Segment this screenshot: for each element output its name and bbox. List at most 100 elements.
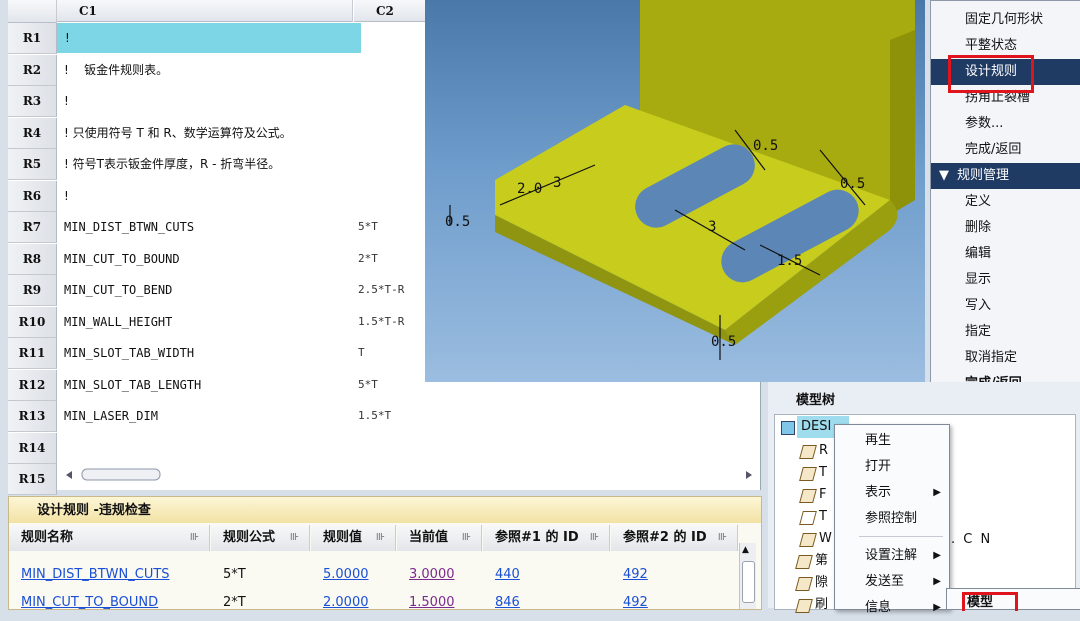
menu-item[interactable]: 指定 <box>931 319 1080 345</box>
panel-column-header[interactable]: 参照#1 的 ID ⊪ <box>483 525 610 551</box>
row-header[interactable]: R14 <box>8 432 57 464</box>
tree-item[interactable]: 第 <box>815 550 828 572</box>
menu-section-header[interactable]: ▼ 规则管理 <box>931 163 1080 189</box>
row-header[interactable]: R5 <box>8 149 57 180</box>
tree-item[interactable]: 刷 <box>815 594 828 616</box>
row-header[interactable]: R9 <box>8 275 57 306</box>
column-sort-icon[interactable]: ⊪ <box>718 525 727 551</box>
cell-c1[interactable]: ! 符号T表示钣金件厚度，R - 折弯半径。 <box>64 149 280 179</box>
menu-item[interactable]: 取消指定 <box>931 345 1080 371</box>
scroll-thumb[interactable] <box>81 468 161 481</box>
cell-c1[interactable]: ! 只使用符号 T 和 R、数学运算符及公式。 <box>64 118 292 148</box>
row-header[interactable]: R8 <box>8 243 57 275</box>
column-sort-icon[interactable]: ⊪ <box>376 525 385 551</box>
context-menu-item[interactable]: 打开 <box>835 454 949 480</box>
cell-c1[interactable]: MIN_SLOT_TAB_LENGTH <box>64 370 201 400</box>
panel-cell[interactable]: 2.0000 <box>323 591 369 615</box>
tree-item[interactable]: T <box>819 506 827 528</box>
cell-c2[interactable]: 1.5*T <box>358 401 391 431</box>
row-header[interactable]: R10 <box>8 306 57 338</box>
cell-c2[interactable]: 5*T <box>358 212 378 242</box>
menu-item[interactable]: 参数... <box>931 111 1080 137</box>
cell-c2[interactable]: 2.5*T-R <box>358 275 404 305</box>
cell-c1[interactable]: MIN_CUT_TO_BOUND <box>64 244 180 274</box>
tree-item[interactable]: F <box>819 484 826 506</box>
context-menu-item[interactable]: 信息 ▶ <box>835 595 949 621</box>
row-header[interactable]: R4 <box>8 117 57 149</box>
panel-column-header[interactable]: 当前值 ⊪ <box>397 525 482 551</box>
menu-item[interactable]: 完成/返回 <box>931 137 1080 163</box>
rule-name-link[interactable]: MIN_CUT_TO_BOUND <box>21 591 158 615</box>
panel-cell[interactable]: 846 <box>495 591 520 615</box>
cell-c1[interactable]: MIN_WALL_HEIGHT <box>64 307 172 337</box>
panel-scrollbar[interactable]: ▲ <box>739 543 756 609</box>
cell-c2[interactable]: 1.5*T-R <box>358 307 404 337</box>
menu-item-label: 规则管理 <box>957 168 1010 183</box>
panel-cell[interactable]: 492 <box>623 591 648 615</box>
cell-c2[interactable]: 2*T <box>358 244 378 274</box>
context-menu-label: 再生 <box>865 433 892 448</box>
menu-item[interactable]: 固定几何形状 <box>931 7 1080 33</box>
menu-item[interactable]: 定义 <box>931 189 1080 215</box>
rule-name-link[interactable]: MIN_DIST_BTWN_CUTS <box>21 563 170 587</box>
collapse-triangle-icon[interactable]: ▼ <box>939 163 949 189</box>
panel-cell[interactable]: 5.0000 <box>323 563 369 587</box>
row-header[interactable]: R13 <box>8 401 57 432</box>
column-header-c1[interactable]: C1 <box>57 0 353 22</box>
column-sort-icon[interactable]: ⊪ <box>190 525 199 551</box>
cell-c1[interactable]: MIN_CUT_TO_BEND <box>64 275 172 305</box>
menu-item[interactable]: 编辑 <box>931 241 1080 267</box>
row-header[interactable]: R1 <box>8 23 57 54</box>
cell-c1[interactable]: ! <box>57 23 361 53</box>
panel-column-label: 规则值 <box>323 530 363 545</box>
horizontal-scrollbar[interactable] <box>64 466 754 484</box>
context-menu-item[interactable]: 参照控制 <box>835 506 949 532</box>
cell-c1[interactable]: ! 钣金件规则表。 <box>64 55 168 85</box>
cell-c2[interactable]: T <box>358 338 365 368</box>
panel-column-header[interactable]: 规则值 ⊪ <box>311 525 396 551</box>
tree-item[interactable]: W <box>819 528 832 550</box>
context-menu-item[interactable]: 设置注解 ▶ <box>835 543 949 569</box>
tree-item[interactable]: T <box>819 462 827 484</box>
column-sort-icon[interactable]: ⊪ <box>462 525 471 551</box>
row-header[interactable]: R2 <box>8 54 57 86</box>
cell-c1[interactable]: ! <box>64 86 69 116</box>
column-header-c2[interactable]: C2 <box>354 0 432 22</box>
tree-item[interactable]: R <box>819 440 828 462</box>
row-header[interactable]: R6 <box>8 180 57 212</box>
row-header[interactable]: R12 <box>8 369 57 401</box>
panel-column-header[interactable]: 参照#2 的 ID ⊪ <box>611 525 738 551</box>
row-header[interactable]: R7 <box>8 212 57 243</box>
cell-c1[interactable]: MIN_DIST_BTWN_CUTS <box>64 212 194 242</box>
context-menu-item[interactable]: 表示 ▶ <box>835 480 949 506</box>
model-tree-title: 模型树 <box>796 393 836 408</box>
row-header[interactable]: R11 <box>8 338 57 369</box>
column-sort-icon[interactable]: ⊪ <box>290 525 299 551</box>
scroll-right-arrow-icon[interactable] <box>746 471 752 479</box>
cell-c1[interactable]: ! <box>64 181 69 211</box>
3d-model-viewport[interactable]: 2.0 3 0.5 0.5 3 1.5 0.5 0.5 <box>425 0 925 382</box>
row-header[interactable]: R3 <box>8 86 57 117</box>
panel-cell[interactable]: 3.0000 <box>409 563 455 587</box>
row-header[interactable]: R15 <box>8 464 57 495</box>
scrollbar-track[interactable] <box>64 466 754 484</box>
scroll-up-icon[interactable]: ▲ <box>742 545 749 555</box>
panel-scroll-thumb[interactable] <box>742 561 755 603</box>
panel-column-header[interactable]: 规则名称 ⊪ <box>9 525 210 551</box>
cell-c1[interactable]: MIN_SLOT_TAB_WIDTH <box>64 338 194 368</box>
panel-cell[interactable]: 1.5000 <box>409 591 455 615</box>
tree-item[interactable]: 隙 <box>815 572 828 594</box>
column-sort-icon[interactable]: ⊪ <box>590 525 599 551</box>
menu-item[interactable]: 写入 <box>931 293 1080 319</box>
scroll-left-arrow-icon[interactable] <box>66 471 72 479</box>
context-menu-item[interactable]: 再生 <box>835 428 949 454</box>
menu-item[interactable]: 显示 <box>931 267 1080 293</box>
menu-item[interactable]: 删除 <box>931 215 1080 241</box>
cell-c1[interactable]: MIN_LASER_DIM <box>64 401 158 431</box>
menu-item-label: 写入 <box>965 298 992 313</box>
cell-c2[interactable]: 5*T <box>358 370 378 400</box>
panel-cell[interactable]: 492 <box>623 563 648 587</box>
panel-cell[interactable]: 440 <box>495 563 520 587</box>
panel-column-header[interactable]: 规则公式 ⊪ <box>211 525 310 551</box>
context-menu-item[interactable]: 发送至 ▶ <box>835 569 949 595</box>
